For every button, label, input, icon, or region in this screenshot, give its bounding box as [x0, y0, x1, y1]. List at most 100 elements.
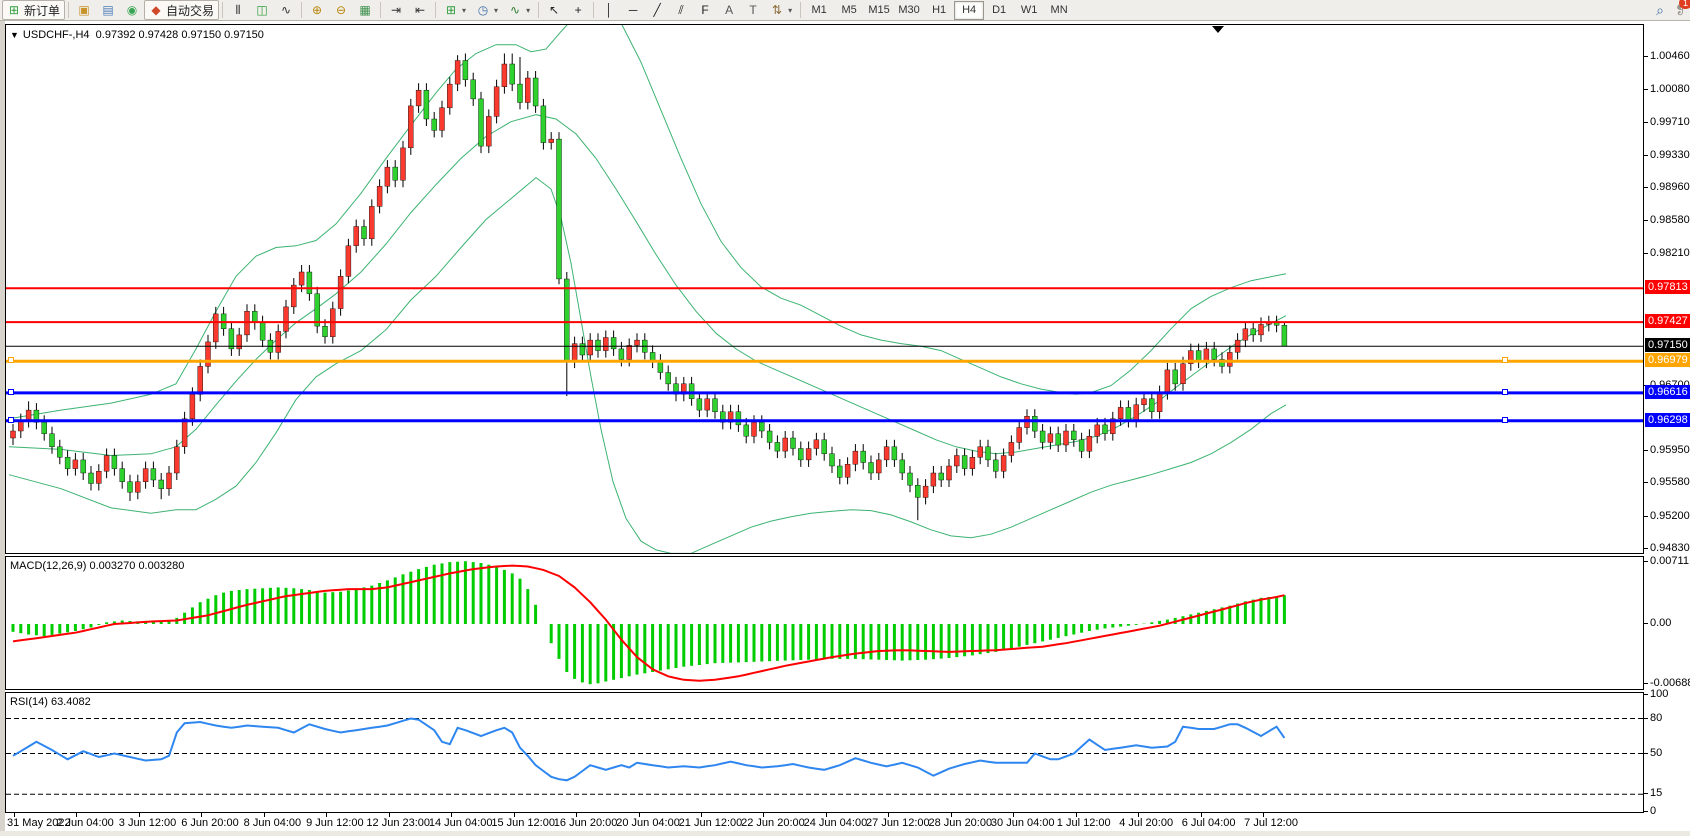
search-icon[interactable]: ⌕: [1653, 4, 1667, 16]
price-tick-label: 1.00460: [1650, 50, 1690, 62]
equidistant-channel-icon[interactable]: ⫽: [669, 0, 693, 20]
candle-body: [1196, 351, 1201, 362]
toolbar-separator: [593, 2, 594, 18]
quotes-icon[interactable]: ▣: [72, 0, 96, 20]
chevron-down-icon[interactable]: ▼: [10, 30, 19, 40]
terminal-icon[interactable]: ▤: [96, 0, 120, 20]
auto-trading-button[interactable]: ◆自动交易: [144, 0, 219, 20]
candle-body: [806, 449, 811, 460]
time-label: 16 Jun 20:00: [554, 817, 618, 829]
macd-value-main: 0.003270: [89, 560, 135, 572]
macd-indicator-panel[interactable]: [5, 556, 1644, 690]
candle-body: [580, 344, 585, 355]
bar-chart-icon-icon: ⫴: [231, 4, 245, 16]
zoom-out-icon[interactable]: ⊖: [329, 0, 353, 20]
auto-scroll-icon[interactable]: ⇥: [384, 0, 408, 20]
axis-tick: [1644, 718, 1648, 719]
blue-support-line-1-handle[interactable]: [1502, 389, 1508, 395]
macd-label: MACD(12,26,9) 0.003270 0.003280: [10, 560, 184, 572]
candle-body: [486, 116, 491, 146]
blue-support-line-1-handle[interactable]: [8, 389, 14, 395]
arrows-icon[interactable]: ⇅▾: [765, 0, 797, 20]
horizontal-line-icon[interactable]: ─: [621, 0, 645, 20]
candle-body: [120, 469, 125, 482]
candle-body: [947, 466, 952, 480]
rsi-tick-label: 50: [1650, 747, 1662, 759]
text-icon[interactable]: A: [717, 0, 741, 20]
toolbar-separator: [68, 2, 69, 18]
candle-body: [135, 482, 140, 493]
timeframe-m1[interactable]: M1: [804, 1, 834, 20]
new-chart-button[interactable]: ⊞▾: [439, 0, 471, 20]
zoom-in-icon[interactable]: ⊕: [305, 0, 329, 20]
new-order-button[interactable]: ⊞新订单: [2, 0, 65, 20]
blue-support-line-2-handle[interactable]: [8, 417, 14, 423]
time-label: 30 Jun 04:00: [991, 817, 1055, 829]
candle-body: [1017, 428, 1022, 443]
text-label-icon[interactable]: T: [741, 0, 765, 20]
orange-support-line-handle[interactable]: [1502, 357, 1508, 363]
timeframe-d1[interactable]: D1: [984, 1, 1014, 20]
candle-body: [1181, 364, 1186, 384]
candle-body: [1149, 399, 1154, 412]
bar-chart-icon[interactable]: ⫴: [226, 0, 250, 20]
timeframe-m15[interactable]: M15: [864, 1, 894, 20]
vertical-line-icon[interactable]: │: [597, 0, 621, 20]
notifications-button[interactable]: ❡ 1: [1675, 1, 1686, 19]
axis-tick: [1644, 89, 1648, 90]
line-chart-icon[interactable]: ∿: [274, 0, 298, 20]
text-label-icon-icon: T: [746, 4, 760, 16]
candle-body: [908, 473, 913, 485]
timeframe-m5[interactable]: M5: [834, 1, 864, 20]
notification-badge: 1: [1679, 0, 1690, 9]
candle-body: [471, 80, 476, 99]
candlestick-chart-icon-icon: ◫: [255, 4, 269, 16]
candle-body: [494, 87, 499, 117]
fibonacci-icon[interactable]: F: [693, 0, 717, 20]
candle-body: [525, 78, 530, 103]
candle-body: [931, 473, 936, 486]
timeframe-h4[interactable]: H4: [954, 1, 984, 20]
trendline-icon[interactable]: ╱: [645, 0, 669, 20]
blue-support-line-2-handle[interactable]: [1502, 417, 1508, 423]
candle-body: [167, 473, 172, 489]
candle-body: [1282, 325, 1287, 346]
tile-windows-icon[interactable]: ▦: [353, 0, 377, 20]
main-chart-panel[interactable]: [5, 24, 1644, 554]
orange-support-line-handle[interactable]: [8, 357, 14, 363]
candle-body: [1173, 370, 1178, 384]
candle-body: [213, 314, 218, 342]
candle-body: [549, 139, 554, 143]
window-edge-bottom: [0, 831, 1690, 836]
chart-shift-icon[interactable]: ⇤: [408, 0, 432, 20]
timeframe-w1[interactable]: W1: [1014, 1, 1044, 20]
profiles-button[interactable]: ◷▾: [471, 0, 503, 20]
time-label: 24 Jun 04:00: [804, 817, 868, 829]
crosshair-icon[interactable]: +: [566, 0, 590, 20]
price-axis[interactable]: 1.004601.000800.997100.993300.989600.985…: [1644, 21, 1690, 831]
timeframe-m30[interactable]: M30: [894, 1, 924, 20]
indicators-button[interactable]: ∿▾: [503, 0, 535, 20]
candle-body: [42, 422, 47, 433]
candle-body: [791, 438, 796, 449]
candle-body: [338, 276, 343, 308]
time-label: 3 Jun 12:00: [119, 817, 177, 829]
candle-body: [1048, 434, 1053, 443]
candle-body: [377, 186, 382, 206]
timeframe-h1[interactable]: H1: [924, 1, 954, 20]
candle-body: [26, 410, 31, 421]
timeframe-mn[interactable]: MN: [1044, 1, 1074, 20]
market-watch-icon-icon: ◉: [125, 4, 139, 16]
chart-shift-marker[interactable]: [1212, 26, 1224, 33]
axis-tick: [1644, 516, 1648, 517]
time-label: 15 Jun 12:00: [491, 817, 555, 829]
time-axis[interactable]: 31 May 20222 Jun 04:003 Jun 12:006 Jun 2…: [5, 813, 1644, 831]
candle-body: [1157, 393, 1162, 412]
price-tick-label: 0.99330: [1650, 149, 1690, 161]
indicators-icon: ∿: [508, 4, 522, 16]
rsi-indicator-panel[interactable]: [5, 692, 1644, 813]
candlestick-chart-icon[interactable]: ◫: [250, 0, 274, 20]
market-watch-icon[interactable]: ◉: [120, 0, 144, 20]
cursor-icon[interactable]: ↖: [542, 0, 566, 20]
rsi-tick-label: 80: [1650, 712, 1662, 724]
